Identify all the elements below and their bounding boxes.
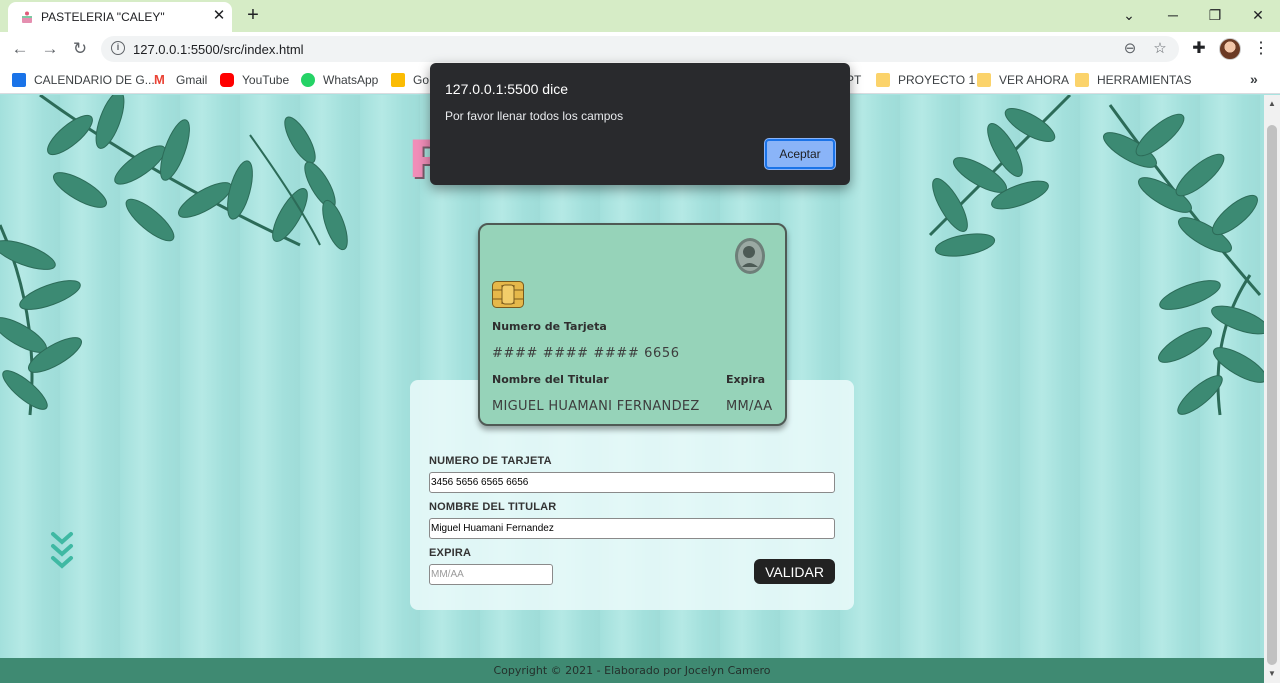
tab-title: PASTELERIA "CALEY" — [41, 10, 165, 24]
close-window-icon[interactable]: ✕ — [1247, 4, 1269, 26]
expiry-label: EXPIRA — [429, 547, 472, 559]
bookmark-item[interactable]: CALENDARIO DE G... — [12, 71, 155, 89]
bookmark-label: WhatsApp — [323, 73, 379, 87]
youtube-icon — [220, 73, 234, 87]
more-bookmarks-icon[interactable]: » — [1250, 71, 1258, 87]
page-footer: Copyright © 2021 - Elaborado por Jocelyn… — [0, 658, 1264, 683]
bookmark-item[interactable]: M Gmail — [154, 71, 207, 89]
leaves-decoration-right — [928, 95, 1264, 416]
new-tab-button[interactable]: + — [243, 5, 263, 25]
tab-strip: PASTELERIA "CALEY" ✕ + ⌄ ─ ❐ ✕ — [0, 0, 1280, 32]
tab-close-icon[interactable]: ✕ — [211, 8, 227, 24]
calendar-icon — [12, 73, 26, 87]
folder-icon — [1075, 73, 1089, 87]
bookmark-item[interactable]: YouTube — [220, 71, 289, 89]
card-expiry-caption: Expira — [726, 373, 766, 386]
leaves-decoration-left — [0, 95, 348, 416]
restore-icon[interactable]: ❐ — [1204, 4, 1226, 26]
zoom-icon[interactable]: ⊖ — [1121, 40, 1139, 58]
whatsapp-icon — [301, 73, 315, 87]
bookmark-star-icon[interactable]: ☆ — [1151, 40, 1169, 58]
bookmark-label: HERRAMIENTAS — [1097, 73, 1192, 87]
card-number-label: NUMERO DE TARJETA — [429, 455, 552, 467]
bookmark-label: YouTube — [242, 73, 290, 87]
card-holder-label: NOMBRE DEL TITULAR — [429, 501, 557, 513]
bookmark-label: PROYECTO 1 — [898, 73, 976, 87]
scroll-down-chevrons-icon[interactable] — [50, 531, 74, 575]
bookmark-item[interactable]: HERRAMIENTAS — [1075, 71, 1191, 89]
card-expiry-display: MM/AA — [726, 399, 773, 414]
card-holder-caption: Nombre del Titular — [492, 373, 609, 386]
bookmark-item[interactable]: PROYECTO 1 — [876, 71, 975, 89]
bookmark-label: Gmail — [176, 73, 208, 87]
alert-dialog: 127.0.0.1:5500 dice Por favor llenar tod… — [430, 63, 850, 185]
dialog-message: Por favor llenar todos los campos — [445, 109, 624, 123]
address-bar[interactable]: i 127.0.0.1:5500/src/index.html ⊖ ☆ — [101, 36, 1179, 62]
bookmark-item[interactable]: WhatsApp — [301, 71, 378, 89]
browser-tab[interactable]: PASTELERIA "CALEY" ✕ — [8, 2, 232, 32]
tab-search-icon[interactable]: ⌄ — [1118, 4, 1140, 26]
cake-favicon-icon — [22, 11, 32, 23]
minimize-icon[interactable]: ─ — [1162, 4, 1184, 26]
card-holder-input[interactable] — [429, 518, 835, 539]
bookmark-label: CALENDARIO DE G... — [34, 73, 155, 87]
toolbar: ← → ↻ i 127.0.0.1:5500/src/index.html ⊖ … — [0, 32, 1280, 66]
validate-button[interactable]: VALIDAR — [754, 559, 835, 584]
reload-icon[interactable]: ↻ — [69, 38, 91, 60]
url-text[interactable]: 127.0.0.1:5500/src/index.html — [133, 42, 304, 57]
back-icon[interactable]: ← — [9, 38, 31, 60]
bookmark-item[interactable]: VER AHORA — [977, 71, 1069, 89]
menu-icon[interactable]: ⋮ — [1250, 38, 1272, 60]
card-logo-icon — [735, 238, 765, 274]
scroll-thumb[interactable] — [1267, 125, 1277, 665]
bookmark-label: VER AHORA — [999, 73, 1070, 87]
scroll-down-icon[interactable]: ▼ — [1268, 669, 1276, 678]
bookmark-item[interactable]: Go — [391, 71, 429, 89]
scroll-up-icon[interactable]: ▲ — [1268, 99, 1276, 108]
site-info-icon[interactable]: i — [111, 41, 125, 55]
folder-icon — [876, 73, 890, 87]
extensions-icon[interactable]: ✚ — [1188, 38, 1210, 60]
bookmark-label: Go — [413, 73, 430, 87]
card-chip-icon — [492, 281, 524, 308]
card-number-input[interactable] — [429, 472, 835, 493]
card-holder-display: MIGUEL HUAMANI FERNANDEZ — [492, 399, 700, 414]
dialog-title: 127.0.0.1:5500 dice — [445, 81, 568, 97]
gmail-icon: M — [154, 72, 165, 87]
vertical-scrollbar[interactable]: ▲ ▼ — [1264, 95, 1280, 683]
accept-button[interactable]: Aceptar — [765, 139, 835, 169]
folder-icon — [977, 73, 991, 87]
forward-icon[interactable]: → — [39, 38, 61, 60]
keep-icon — [391, 73, 405, 87]
card-number-display: #### #### #### 6656 — [492, 346, 680, 361]
credit-card-preview: Numero de Tarjeta #### #### #### 6656 No… — [478, 223, 787, 426]
card-number-caption: Numero de Tarjeta — [492, 320, 607, 333]
expiry-input[interactable] — [429, 564, 553, 585]
profile-avatar[interactable] — [1219, 38, 1241, 60]
